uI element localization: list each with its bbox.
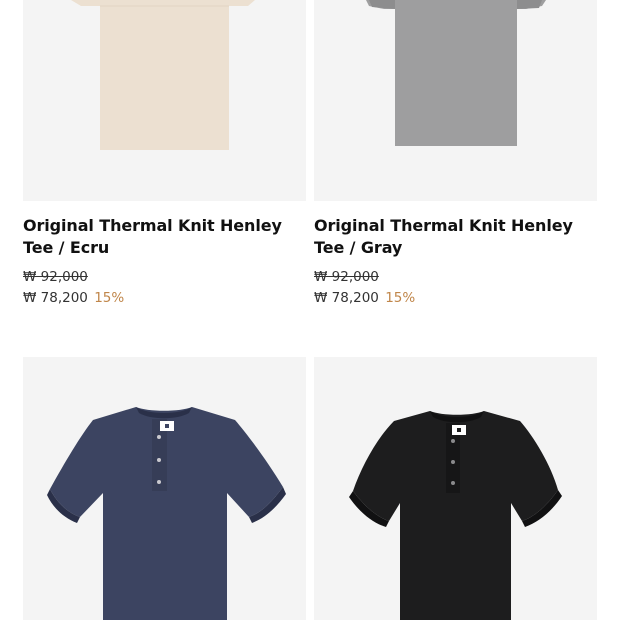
sale-price: ₩ 78,200: [314, 290, 379, 306]
product-image[interactable]: [23, 0, 306, 201]
sale-price-line: ₩ 78,200 15%: [23, 288, 306, 309]
product-title[interactable]: Original Thermal Knit Henley Tee / Gray: [314, 215, 597, 259]
sale-price-line: ₩ 78,200 15%: [314, 288, 597, 309]
price-block: ₩ 92,000 ₩ 78,200 15%: [23, 267, 306, 309]
discount-badge: 15%: [385, 290, 416, 306]
sale-price: ₩ 78,200: [23, 290, 88, 306]
product-grid: Original Thermal Knit Henley Tee / Ecru …: [0, 0, 620, 620]
product-card[interactable]: Original Thermal Knit Henley Tee / Ecru …: [23, 0, 306, 309]
product-card[interactable]: [23, 357, 306, 620]
product-card[interactable]: Original Thermal Knit Henley Tee / Gray …: [314, 0, 597, 309]
product-image[interactable]: [23, 357, 306, 620]
discount-badge: 15%: [94, 290, 125, 306]
product-image[interactable]: [314, 357, 597, 620]
product-title[interactable]: Original Thermal Knit Henley Tee / Ecru: [23, 215, 306, 259]
product-image[interactable]: [314, 0, 597, 201]
original-price: ₩ 92,000: [23, 269, 88, 285]
original-price: ₩ 92,000: [314, 269, 379, 285]
price-block: ₩ 92,000 ₩ 78,200 15%: [314, 267, 597, 309]
product-card[interactable]: [314, 357, 597, 620]
